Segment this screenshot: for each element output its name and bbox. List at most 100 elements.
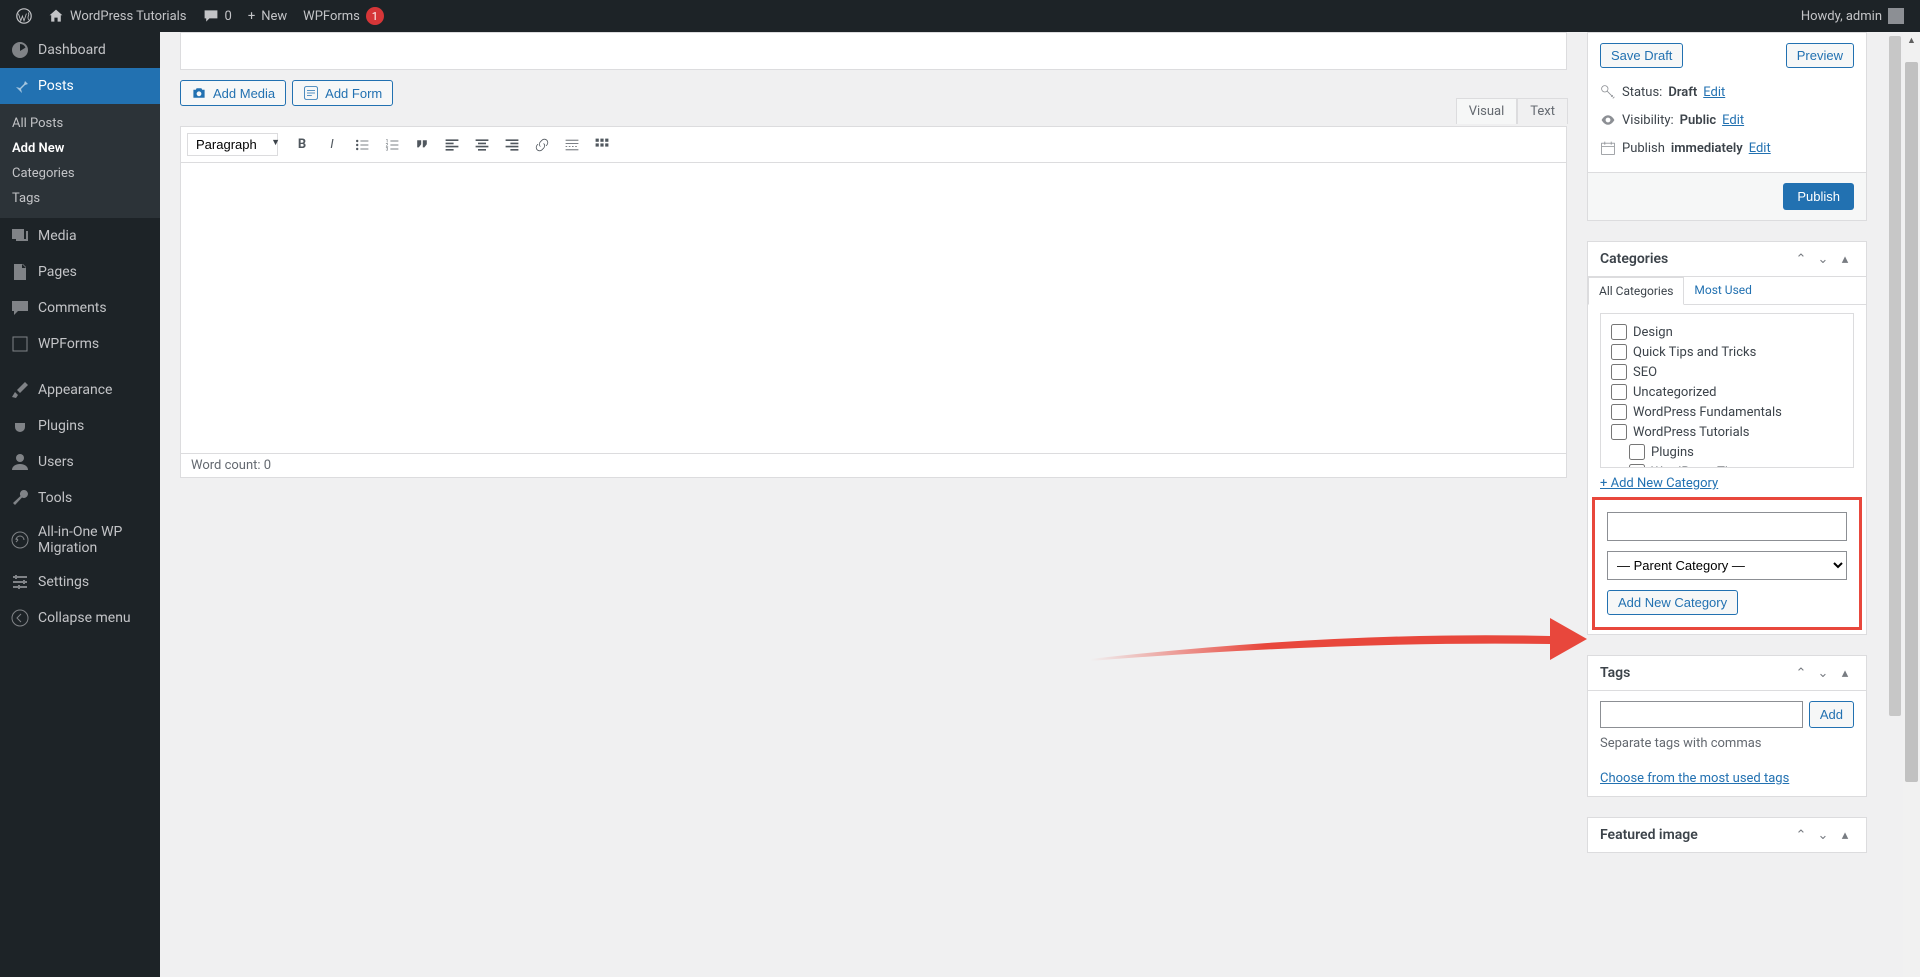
- format-select[interactable]: Paragraph: [187, 133, 278, 156]
- submenu-tags[interactable]: Tags: [0, 186, 160, 211]
- category-item[interactable]: SEO: [1611, 362, 1843, 382]
- submenu-posts: All Posts Add New Categories Tags: [0, 104, 160, 218]
- menu-media[interactable]: Media: [0, 218, 160, 254]
- tag-cloud-link[interactable]: Choose from the most used tags: [1600, 771, 1789, 786]
- italic-button[interactable]: I: [318, 131, 346, 159]
- category-item[interactable]: WordPress Tutorials: [1611, 422, 1843, 442]
- panel-up-icon[interactable]: ⌃: [1792, 664, 1810, 682]
- category-item[interactable]: Uncategorized: [1611, 382, 1843, 402]
- menu-users[interactable]: Users: [0, 444, 160, 480]
- featured-image-title: Featured image: [1600, 827, 1698, 843]
- word-count: Word count: 0: [181, 453, 1566, 477]
- parent-category-select[interactable]: — Parent Category —: [1607, 551, 1847, 580]
- add-tag-button[interactable]: Add: [1809, 701, 1854, 728]
- menu-tools[interactable]: Tools: [0, 480, 160, 516]
- sliders-icon: [10, 572, 30, 592]
- tab-all-categories[interactable]: All Categories: [1588, 277, 1684, 305]
- new-category-name-input[interactable]: [1607, 512, 1847, 541]
- avatar: [1888, 8, 1904, 24]
- collapse-menu[interactable]: Collapse menu: [0, 600, 160, 636]
- category-item[interactable]: Plugins: [1611, 442, 1843, 462]
- category-item[interactable]: Design: [1611, 322, 1843, 342]
- categories-panel: Categories ⌃ ⌄ ▴ All Categories Most Use…: [1587, 241, 1867, 635]
- comment-icon: [203, 8, 219, 24]
- preview-button[interactable]: Preview: [1786, 43, 1854, 68]
- content-editor[interactable]: [181, 163, 1566, 453]
- menu-aio-migration[interactable]: All-in-One WP Migration: [0, 516, 160, 564]
- read-more-button[interactable]: [558, 131, 586, 159]
- editor-tab-text[interactable]: Text: [1517, 98, 1568, 124]
- edit-status-link[interactable]: Edit: [1703, 85, 1725, 100]
- pages-icon: [10, 262, 30, 282]
- panel-down-icon[interactable]: ⌄: [1814, 664, 1832, 682]
- submenu-categories[interactable]: Categories: [0, 161, 160, 186]
- form-icon: [10, 334, 30, 354]
- panel-down-icon[interactable]: ⌄: [1814, 250, 1832, 268]
- link-button[interactable]: [528, 131, 556, 159]
- blockquote-button[interactable]: [408, 131, 436, 159]
- add-new-category-toggle[interactable]: + Add New Category: [1600, 476, 1718, 491]
- migration-icon: [10, 530, 30, 550]
- new-link[interactable]: +New: [240, 0, 295, 32]
- key-icon: [1600, 84, 1616, 100]
- wpforms-link[interactable]: WPForms1: [295, 0, 392, 32]
- panel-toggle-icon[interactable]: ▴: [1836, 826, 1854, 844]
- category-item[interactable]: WordPress Themes: [1611, 462, 1843, 468]
- post-title-input[interactable]: [180, 32, 1567, 70]
- menu-plugins[interactable]: Plugins: [0, 408, 160, 444]
- comments-link[interactable]: 0: [195, 0, 240, 32]
- panel-up-icon[interactable]: ⌃: [1792, 826, 1810, 844]
- menu-posts[interactable]: Posts: [0, 68, 160, 104]
- add-new-category-button[interactable]: Add New Category: [1607, 590, 1738, 615]
- menu-wpforms[interactable]: WPForms: [0, 326, 160, 362]
- edit-visibility-link[interactable]: Edit: [1722, 113, 1744, 128]
- align-center-button[interactable]: [468, 131, 496, 159]
- panel-toggle-icon[interactable]: ▴: [1836, 664, 1854, 682]
- align-left-button[interactable]: [438, 131, 466, 159]
- category-item[interactable]: WordPress Fundamentals: [1611, 402, 1843, 422]
- editor-tab-visual[interactable]: Visual: [1456, 98, 1518, 124]
- browser-scrollbar[interactable]: ▲: [1903, 32, 1920, 977]
- toolbar-toggle-button[interactable]: [588, 131, 616, 159]
- page-scrollbar[interactable]: [1887, 32, 1903, 977]
- featured-image-panel: Featured image ⌃ ⌄ ▴: [1587, 817, 1867, 853]
- panel-down-icon[interactable]: ⌄: [1814, 826, 1832, 844]
- site-name: WordPress Tutorials: [70, 9, 187, 24]
- add-form-button[interactable]: Add Form: [292, 80, 393, 106]
- numbered-list-button[interactable]: 123: [378, 131, 406, 159]
- publish-button[interactable]: Publish: [1783, 183, 1854, 210]
- submenu-add-new[interactable]: Add New: [0, 136, 160, 161]
- wp-logo[interactable]: [8, 0, 40, 32]
- menu-settings[interactable]: Settings: [0, 564, 160, 600]
- editor-toolbar: Paragraph ▼ B I 123: [181, 127, 1566, 163]
- tab-most-used[interactable]: Most Used: [1684, 277, 1762, 304]
- admin-menu: Dashboard Posts All Posts Add New Catego…: [0, 32, 160, 977]
- category-item[interactable]: Quick Tips and Tricks: [1611, 342, 1843, 362]
- account-link[interactable]: Howdy, admin: [1793, 0, 1912, 32]
- scroll-up-icon[interactable]: ▲: [1903, 32, 1920, 49]
- submenu-all-posts[interactable]: All Posts: [0, 111, 160, 136]
- menu-pages[interactable]: Pages: [0, 254, 160, 290]
- media-icon: [10, 226, 30, 246]
- new-tag-input[interactable]: [1600, 701, 1803, 728]
- scrollbar-thumb[interactable]: [1889, 36, 1901, 716]
- bullet-list-button[interactable]: [348, 131, 376, 159]
- category-checklist[interactable]: Design Quick Tips and Tricks SEO Uncateg…: [1600, 313, 1854, 468]
- form-icon: [303, 85, 319, 101]
- schedule-row: Publish immediately Edit: [1600, 134, 1854, 162]
- menu-dashboard[interactable]: Dashboard: [0, 32, 160, 68]
- edit-schedule-link[interactable]: Edit: [1749, 141, 1771, 156]
- menu-comments[interactable]: Comments: [0, 290, 160, 326]
- menu-appearance[interactable]: Appearance: [0, 372, 160, 408]
- add-new-category-form: — Parent Category — Add New Category: [1592, 497, 1862, 630]
- publish-panel: Save Draft Preview Status: Draft Edit: [1587, 32, 1867, 221]
- scrollbar-thumb[interactable]: [1905, 62, 1918, 782]
- panel-up-icon[interactable]: ⌃: [1792, 250, 1810, 268]
- save-draft-button[interactable]: Save Draft: [1600, 43, 1683, 68]
- panel-toggle-icon[interactable]: ▴: [1836, 250, 1854, 268]
- align-right-button[interactable]: [498, 131, 526, 159]
- bold-button[interactable]: B: [288, 131, 316, 159]
- add-media-button[interactable]: Add Media: [180, 80, 286, 106]
- site-name-link[interactable]: WordPress Tutorials: [40, 0, 195, 32]
- pin-icon: [10, 76, 30, 96]
